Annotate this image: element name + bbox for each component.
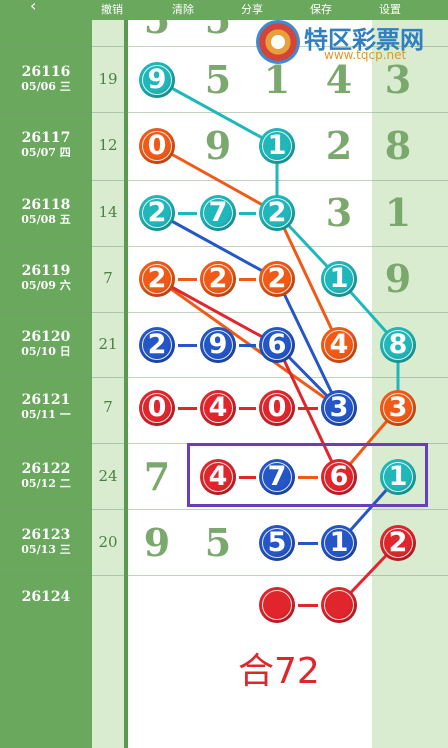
dash-connector	[298, 604, 318, 607]
dash-connector	[178, 212, 197, 215]
number-ball: 1	[321, 525, 357, 561]
watermark-url: www.tqcp.net	[324, 48, 407, 62]
number-ball: 1	[259, 128, 295, 164]
number-ball: 6	[259, 327, 295, 363]
dash-connector	[239, 212, 256, 215]
number-cell: 5	[204, 520, 232, 565]
number-cell: 9	[384, 256, 412, 301]
number-ball: 2	[139, 327, 175, 363]
number-ball: 2	[139, 195, 175, 231]
number-ball	[321, 587, 357, 623]
highlight-box	[187, 443, 428, 507]
number-cell: 8	[384, 123, 412, 168]
dash-connector	[178, 407, 197, 410]
number-ball: 8	[380, 327, 416, 363]
number-ball: 0	[139, 390, 175, 426]
number-cell: 4	[325, 57, 353, 102]
number-cell: 3	[384, 57, 412, 102]
number-ball: 7	[200, 195, 236, 231]
dash-connector	[239, 344, 256, 347]
number-ball: 3	[380, 390, 416, 426]
number-ball: 4	[200, 390, 236, 426]
dash-connector	[298, 542, 318, 545]
number-cell: 1	[263, 57, 291, 102]
watermark-mark	[256, 20, 300, 64]
share-button[interactable]: 分享	[241, 1, 263, 17]
number-ball: 1	[321, 261, 357, 297]
number-cell: 2	[325, 123, 353, 168]
number-cell: 9	[143, 520, 171, 565]
undo-button[interactable]: 撤销	[101, 1, 123, 17]
dash-connector	[298, 407, 318, 410]
chevron-left-icon[interactable]: ‹	[30, 0, 36, 15]
clear-button[interactable]: 清除	[172, 1, 194, 17]
number-ball	[259, 587, 295, 623]
number-ball: 5	[259, 525, 295, 561]
dash-connector	[239, 278, 256, 281]
toolbar: ‹ 撤销 清除 分享 保存 设置	[0, 0, 448, 20]
number-ball: 0	[139, 128, 175, 164]
number-ball: 2	[200, 261, 236, 297]
dash-connector	[178, 278, 197, 281]
settings-button[interactable]: 设置	[379, 1, 401, 17]
number-ball: 9	[200, 327, 236, 363]
number-ball: 2	[380, 525, 416, 561]
number-cell: 9	[204, 123, 232, 168]
number-cell: 3	[325, 190, 353, 235]
save-button[interactable]: 保存	[310, 1, 332, 17]
number-ball: 2	[139, 261, 175, 297]
number-ball: 9	[139, 62, 175, 98]
number-cell: 1	[384, 190, 412, 235]
number-ball: 0	[259, 390, 295, 426]
dash-connector	[178, 344, 197, 347]
number-ball: 2	[259, 195, 295, 231]
watermark-logo: 特区彩票网 www.tqcp.net	[248, 20, 440, 66]
number-ball: 2	[259, 261, 295, 297]
number-cell: 7	[143, 454, 171, 499]
dash-connector	[239, 407, 256, 410]
number-cell: 5	[204, 57, 232, 102]
number-ball: 4	[321, 327, 357, 363]
number-ball: 3	[321, 390, 357, 426]
connector-layer	[156, 78, 400, 607]
total-label: 合72	[238, 651, 320, 692]
chart-stage: 05/05 二2611605/06 三192611705/07 四1226118…	[0, 0, 448, 748]
